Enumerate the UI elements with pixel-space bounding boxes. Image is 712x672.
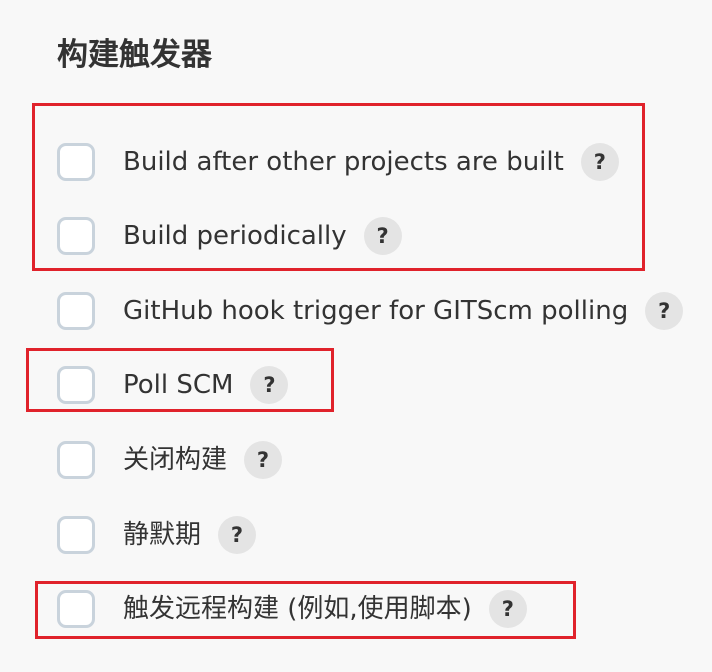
option-label[interactable]: 触发远程构建 (例如,使用脚本) [123, 587, 472, 631]
option-label[interactable]: Build periodically [123, 214, 347, 258]
option-build-periodically[interactable]: Build periodically ? [57, 214, 402, 258]
checkbox[interactable] [57, 366, 95, 404]
option-label[interactable]: 关闭构建 [123, 438, 227, 482]
help-icon[interactable]: ? [488, 590, 527, 628]
option-label[interactable]: GitHub hook trigger for GITScm polling [123, 289, 628, 333]
option-build-after-other-projects[interactable]: Build after other projects are built ? [57, 140, 619, 184]
help-icon[interactable]: ? [250, 366, 289, 404]
checkbox[interactable] [57, 441, 95, 479]
checkbox[interactable] [57, 143, 95, 181]
option-label[interactable]: Build after other projects are built [123, 140, 564, 184]
checkbox[interactable] [57, 516, 95, 554]
option-trigger-remote-build[interactable]: 触发远程构建 (例如,使用脚本) ? [57, 587, 527, 631]
option-github-hook-trigger[interactable]: GitHub hook trigger for GITScm polling ? [57, 289, 684, 333]
help-icon[interactable]: ? [363, 217, 402, 255]
option-label[interactable]: 静默期 [123, 513, 201, 557]
option-poll-scm[interactable]: Poll SCM ? [57, 363, 289, 407]
help-icon[interactable]: ? [580, 143, 619, 181]
checkbox[interactable] [57, 292, 95, 330]
help-icon[interactable]: ? [218, 516, 257, 554]
help-icon[interactable]: ? [645, 292, 684, 330]
option-quiet-period[interactable]: 静默期 ? [57, 513, 257, 557]
checkbox[interactable] [57, 590, 95, 628]
option-disable-build[interactable]: 关闭构建 ? [57, 438, 283, 482]
section-title: 构建触发器 [57, 37, 212, 73]
help-icon[interactable]: ? [244, 441, 283, 479]
option-label[interactable]: Poll SCM [123, 363, 233, 407]
checkbox[interactable] [57, 217, 95, 255]
